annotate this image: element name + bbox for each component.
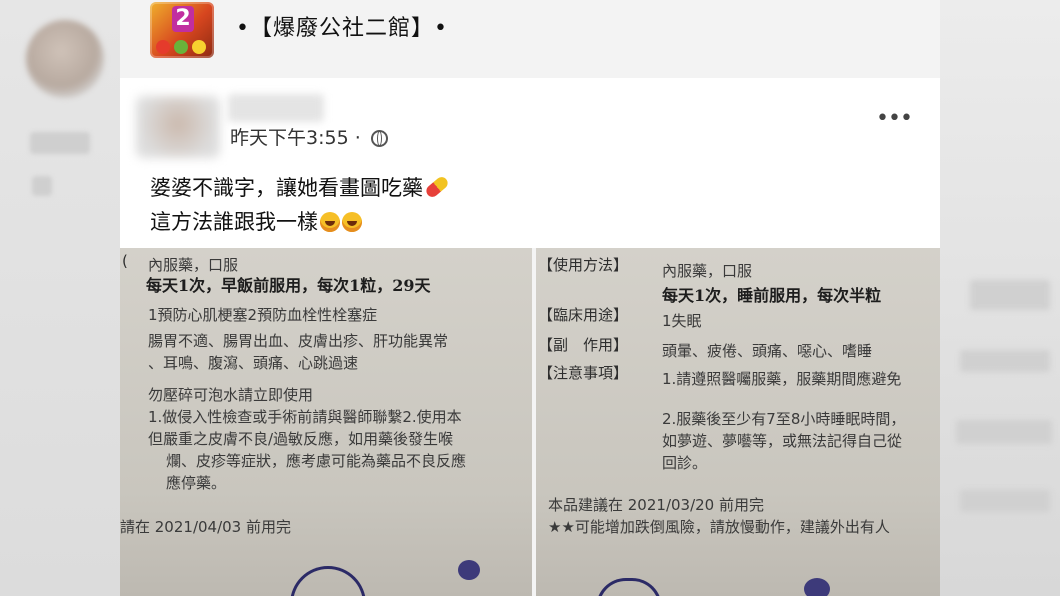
post-text-line-1: 婆婆不識字，讓她看畫圖吃藥 [150,172,451,202]
label-line: 應停藥。 [166,474,227,492]
label-line: 1.做侵入性檢查或手術前請與醫師聯繫2.使用本 [148,408,462,426]
hand-drawing [596,578,662,596]
hand-drawing [290,566,366,596]
blurred-text [970,280,1050,310]
timestamp-text: 昨天下午3:55 [230,127,349,149]
drawing-dot [458,560,480,580]
label-line: 爛、皮疹等症狀，應考慮可能為藥品不良反應 [166,452,467,470]
label-line: 請在 2021/04/03 前用完 [120,518,291,536]
label-line: 每天1次，早飯前服用，每次1粒，29天 [146,276,431,295]
rolling-laughing-emoji-icon [320,212,340,232]
separator: · [354,127,361,149]
label-line: 1預防心肌梗塞2預防血栓性栓塞症 [148,306,378,324]
fruit-icon [192,40,206,54]
right-sidebar-blurred [940,0,1060,596]
fruit-icon [174,40,188,54]
blurred-text [956,420,1052,444]
label-line: 1.請遵照醫囑服藥，服藥期間應避免 [662,370,902,388]
post-text: 這方法誰跟我一樣 [150,210,318,234]
globe-icon [370,130,388,147]
group-name[interactable]: •【爆廢公社二館】• [236,10,448,42]
section-label: 【使用方法】 [538,256,629,274]
label-line: 2.服藥後至少有7至8小時睡眠時間， [662,410,906,428]
blurred-avatar [26,20,104,98]
blurred-text [960,350,1050,372]
section-label: 【副 作用】 [538,336,629,354]
label-line: 內服藥，口服 [662,262,753,280]
label-line: 每天1次，睡前服用，每次半粒 [662,286,882,305]
left-sidebar-blurred [0,0,120,596]
label-line: 如夢遊、夢囈等，或無法記得自己從 [662,432,903,450]
blurred-text [30,132,90,154]
post-text: 婆婆不識字，讓她看畫圖吃藥 [150,176,423,200]
label-line: 勿壓碎可泡水請立即使用 [148,386,314,404]
label-line: 本品建議在 2021/03/20 前用完 [548,496,764,514]
author-name-blurred[interactable] [228,94,324,122]
label-line: 1失眠 [662,312,702,330]
photo-left-medicine-label[interactable]: ( 內服藥，口服 每天1次，早飯前服用，每次1粒，29天 1預防心肌梗塞2預防血… [120,248,532,596]
section-label: 【臨床用途】 [538,306,629,324]
fruit-icon [156,40,170,54]
label-line: 但嚴重之皮膚不良/過敏反應，如用藥後發生喉 [148,430,454,448]
section-label: 【注意事項】 [538,364,629,382]
drawing-dot [804,578,830,596]
post-timestamp[interactable]: 昨天下午3:55 · [230,123,388,150]
rolling-laughing-emoji-icon [342,212,362,232]
photo-right-medicine-label[interactable]: 【使用方法】 內服藥，口服 每天1次，睡前服用，每次半粒 【臨床用途】 1失眠 … [536,248,940,596]
group-icon-number: 2 [172,6,194,32]
blurred-text [960,490,1050,512]
author-avatar-blurred[interactable] [136,96,220,158]
group-icon[interactable]: 2 [150,2,214,58]
pill-emoji-icon [423,174,451,200]
more-options-button[interactable]: ••• [876,106,913,131]
label-line: 腸胃不適、腸胃出血、皮膚出疹、肝功能異常 [148,332,449,350]
label-line: 頭暈、疲倦、頭痛、噁心、嗜睡 [662,342,873,360]
label-line: ★★可能增加跌倒風險，請放慢動作，建議外出有人 [548,518,890,536]
post-text-line-2: 這方法誰跟我一樣 [150,206,362,236]
label-line: 、耳鳴、腹瀉、頭痛、心跳過速 [148,354,359,372]
label-line: 回診。 [662,454,708,472]
blurred-text [32,176,52,196]
bracket-mark: ( [122,252,128,270]
